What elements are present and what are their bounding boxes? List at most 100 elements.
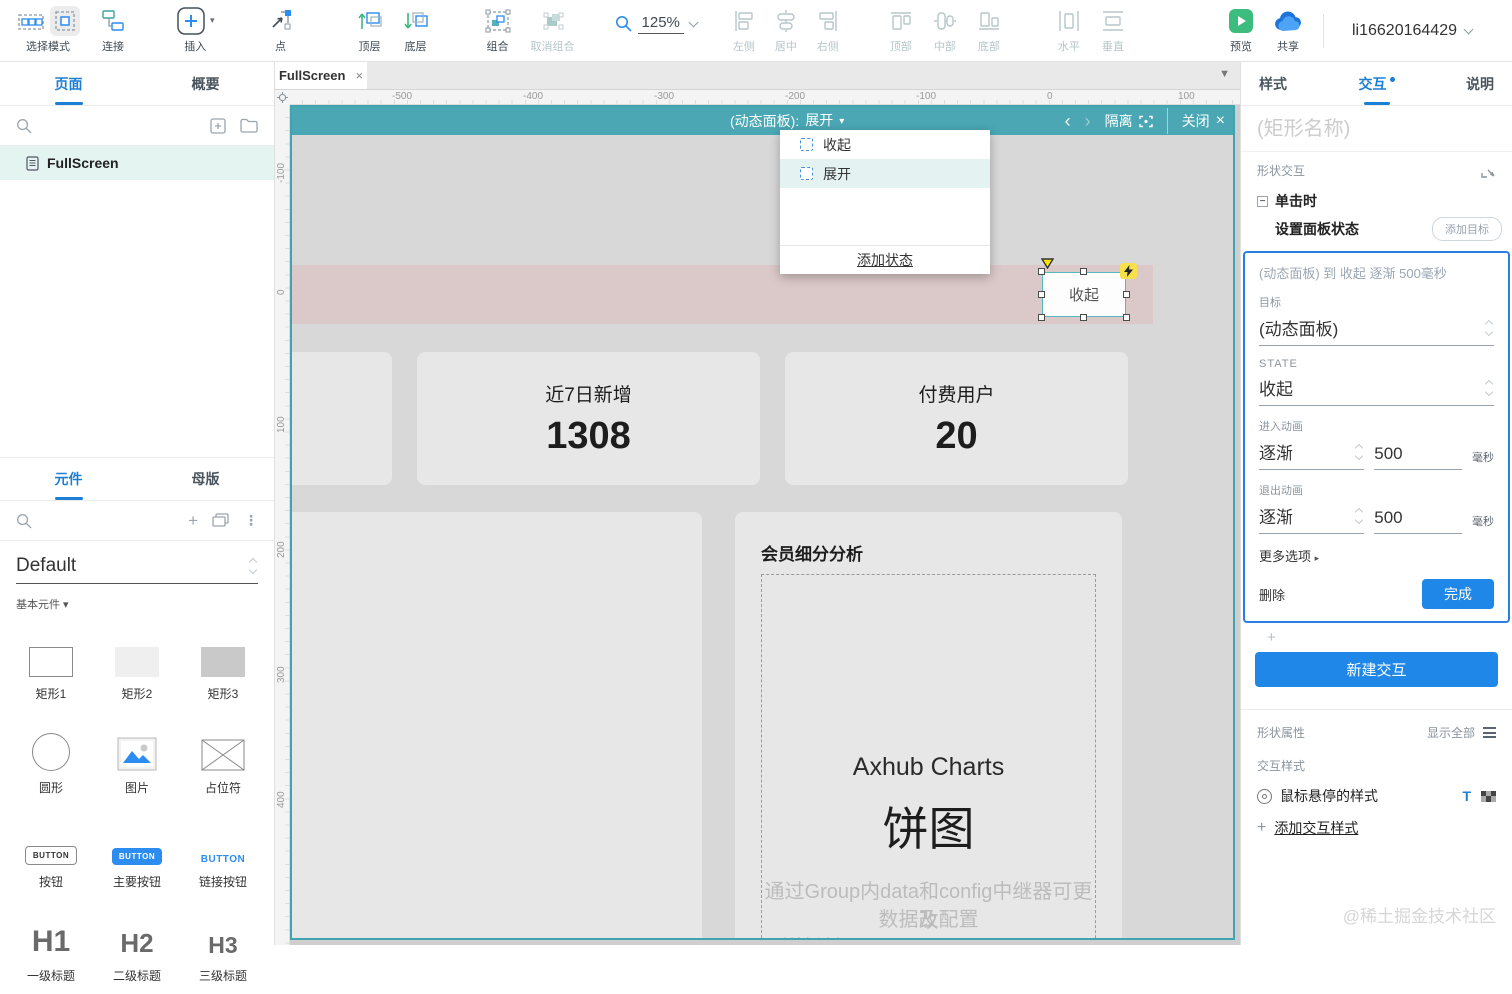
prev-state-icon[interactable]: ‹	[1065, 112, 1071, 130]
widget-primary-button[interactable]: BUTTON主要按钮	[94, 806, 180, 894]
widget-circle[interactable]: 圆形	[8, 712, 94, 800]
delete-action-link[interactable]: 删除	[1259, 585, 1285, 604]
tab-widgets[interactable]: 元件	[0, 458, 137, 500]
fill-style-icon[interactable]	[1481, 791, 1496, 802]
add-library-icon[interactable]: +	[188, 511, 198, 531]
tab-pages[interactable]: 页面	[0, 62, 137, 105]
selected-collapse-button[interactable]: 收起	[1042, 272, 1126, 317]
tab-fullscreen[interactable]: FullScreen ×	[275, 62, 367, 89]
widget-rect2[interactable]: 矩形2	[94, 618, 180, 706]
ruler-origin-icon[interactable]	[275, 90, 290, 105]
more-options-link[interactable]: 更多选项 ▸	[1259, 546, 1494, 565]
state-select[interactable]: 收起	[1259, 375, 1494, 406]
enter-anim-duration-input[interactable]: 500	[1374, 444, 1462, 470]
action-set-panel-state[interactable]: 设置面板状态	[1275, 219, 1359, 239]
panel-state-selector[interactable]: (动态面板): 展开 ▾	[730, 110, 844, 132]
align-right-tool[interactable]: 右侧	[807, 8, 849, 54]
page-item-fullscreen[interactable]: FullScreen	[0, 146, 274, 180]
widget-image[interactable]: 图片	[94, 712, 180, 800]
widgets-section-header[interactable]: 基本元件 ▾	[16, 596, 258, 612]
widget-h1[interactable]: H1一级标题	[8, 900, 94, 988]
zoom-control[interactable]: 125%	[615, 14, 697, 34]
widget-h2[interactable]: H2二级标题	[94, 900, 180, 988]
single-select-icon[interactable]	[50, 6, 80, 36]
event-onclick-label[interactable]: 单击时	[1275, 191, 1317, 211]
add-page-icon[interactable]	[210, 118, 226, 134]
exit-anim-select[interactable]: 逐渐	[1259, 503, 1364, 534]
done-button[interactable]: 完成	[1422, 579, 1494, 609]
widgets-search-icon[interactable]	[16, 513, 32, 529]
duplicate-icon[interactable]	[212, 513, 230, 528]
insert-tool[interactable]: ▾ 插入	[166, 8, 225, 54]
dynamic-panel-body[interactable]: 近7日新增 1308 付费用户 20 图 改数据及配置 harts 会员细分分析	[292, 135, 1233, 938]
tab-interaction[interactable]: 交互	[1359, 62, 1395, 105]
chart-card-left-partial[interactable]: 图 改数据及配置 harts	[292, 512, 702, 938]
add-state-link[interactable]: 添加状态	[780, 245, 990, 274]
connect-tool[interactable]: 连接	[90, 8, 136, 54]
kebab-menu-icon[interactable]: ⋮	[244, 512, 258, 529]
hover-style-row[interactable]: 鼠标悬停的样式 T	[1241, 774, 1512, 806]
distribute-horizontal-tool[interactable]: 水平	[1047, 8, 1091, 54]
point-tool[interactable]: 点	[259, 8, 303, 54]
align-bottom-tool[interactable]: 底部	[967, 8, 1011, 54]
group-tool[interactable]: 组合	[475, 8, 521, 54]
canvas-viewport[interactable]: (动态面板): 展开 ▾ ‹ › 隔离 关闭 ×	[290, 105, 1240, 945]
align-center-tool[interactable]: 居中	[765, 8, 807, 54]
distribute-vertical-tool[interactable]: 垂直	[1091, 8, 1135, 54]
collapse-event-icon[interactable]: −	[1257, 196, 1268, 207]
widget-rect1[interactable]: 矩形1	[8, 618, 94, 706]
state-menu-item-expanded[interactable]: 展开	[780, 159, 990, 188]
insert-caret-icon[interactable]: ▾	[210, 15, 215, 26]
tab-close-icon[interactable]: ×	[355, 68, 363, 83]
tab-style[interactable]: 样式	[1259, 62, 1287, 105]
widget-placeholder[interactable]: 占位符	[180, 712, 266, 800]
widget-h3[interactable]: H3三级标题	[180, 900, 266, 988]
add-action-icon[interactable]: +	[1241, 623, 1512, 648]
send-to-bottom-tool[interactable]: 底层	[393, 8, 439, 54]
header-band-shape[interactable]	[292, 265, 1153, 324]
widget-link-button[interactable]: BUTTON链接按钮	[180, 806, 266, 894]
state-menu-item-collapsed[interactable]: 收起	[780, 130, 990, 159]
pages-search-icon[interactable]	[16, 118, 32, 134]
close-isolation-button[interactable]: 关闭 ×	[1182, 111, 1225, 131]
isolate-button[interactable]: 隔离	[1105, 111, 1153, 131]
shape-name-input[interactable]	[1241, 106, 1512, 152]
next-state-icon[interactable]: ›	[1085, 112, 1091, 130]
library-select[interactable]: Default	[16, 555, 258, 584]
stat-card-partial[interactable]	[292, 352, 392, 485]
align-right-label: 右侧	[817, 38, 839, 54]
enter-anim-updown-icon	[1356, 445, 1364, 459]
exit-anim-duration-input[interactable]: 500	[1374, 508, 1462, 534]
user-menu[interactable]: li16620164429	[1352, 22, 1472, 40]
tab-outline[interactable]: 概要	[137, 62, 274, 105]
text-style-icon[interactable]: T	[1462, 788, 1471, 804]
new-interaction-button[interactable]: 新建交互	[1255, 652, 1498, 687]
panel-state-value[interactable]: 展开	[805, 110, 833, 132]
enter-anim-select[interactable]: 逐渐	[1259, 439, 1364, 470]
align-middle-tool[interactable]: 中部	[923, 8, 967, 54]
widget-rect3[interactable]: 矩形3	[180, 618, 266, 706]
chart-card-member-analysis[interactable]: 会员细分分析 Axhub Charts 饼图 通过Group内data和conf…	[735, 512, 1122, 938]
align-top-tool[interactable]: 顶部	[879, 8, 923, 54]
add-target-button[interactable]: 添加目标	[1432, 217, 1502, 241]
tab-masters[interactable]: 母版	[137, 458, 274, 500]
target-select[interactable]: (动态面板)	[1259, 315, 1494, 346]
align-left-tool[interactable]: 左侧	[723, 8, 765, 54]
add-interaction-style-link[interactable]: + 添加交互样式	[1241, 806, 1512, 838]
widget-button[interactable]: BUTTON按钮	[8, 806, 94, 894]
properties-menu-icon[interactable]	[1483, 727, 1496, 738]
share-button[interactable]: 共享	[1263, 8, 1313, 54]
stat-card-paid-users[interactable]: 付费用户 20	[785, 352, 1128, 485]
multi-select-icon[interactable]	[16, 6, 46, 36]
add-folder-icon[interactable]	[240, 118, 258, 133]
stat-card-new-users[interactable]: 近7日新增 1308	[417, 352, 760, 485]
show-all-link[interactable]: 显示全部	[1427, 724, 1475, 741]
bring-to-top-tool[interactable]: 顶层	[347, 8, 393, 54]
preview-button[interactable]: 预览	[1219, 8, 1263, 54]
tab-notes[interactable]: 说明	[1466, 62, 1494, 105]
select-mode-tool[interactable]: 选择模式	[0, 8, 90, 54]
ungroup-tool[interactable]: 取消组合	[521, 8, 585, 54]
zoom-value[interactable]: 125%	[638, 14, 684, 34]
tab-list-caret-icon[interactable]: ▼	[1209, 62, 1240, 89]
select-shape-icon[interactable]	[1481, 163, 1496, 178]
